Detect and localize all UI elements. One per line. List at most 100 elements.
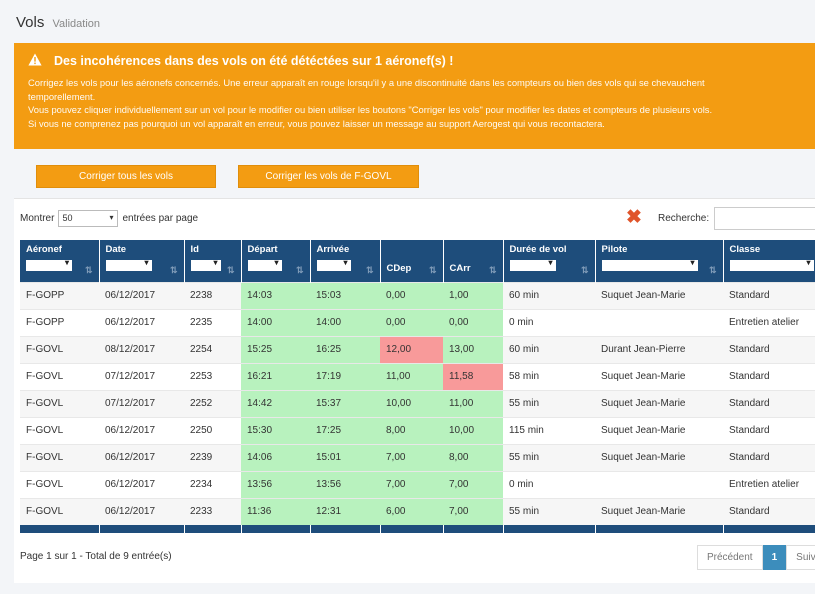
column-filter-select[interactable]	[247, 258, 282, 271]
column-header[interactable]: CArr ⇅	[443, 240, 504, 282]
column-filter-select[interactable]	[316, 258, 351, 271]
cell-aircraft: F-GOVL	[20, 470, 99, 498]
column-label: Durée de vol	[509, 244, 567, 255]
cell-duration: 55 min	[503, 389, 595, 417]
cell-counter-dep: 6,00	[380, 497, 443, 525]
table-row[interactable]: F-GOVL 06/12/2017 2239 14:06 15:01 7,00 8,00 55…	[20, 443, 815, 471]
cell-id: 2250	[184, 416, 241, 444]
cell-departure: 11:36	[241, 497, 310, 525]
column-filter-select[interactable]	[729, 258, 814, 271]
next-page-button[interactable]: Suivant	[786, 545, 815, 570]
show-label: Montrer	[20, 213, 55, 224]
column-filter-select[interactable]	[26, 258, 72, 271]
cell-pilot: Suquet Jean-Marie	[595, 281, 723, 309]
cell-arrival: 17:25	[310, 416, 380, 444]
column-filter-select[interactable]	[190, 258, 221, 271]
cell-duration: 60 min	[503, 335, 595, 363]
column-header[interactable]: Id ⇅	[184, 240, 242, 282]
cell-counter-dep: 0,00	[380, 281, 443, 309]
page-title-text: Vols	[16, 14, 45, 31]
cell-id: 2239	[184, 443, 241, 471]
flights-table: Aéronef ⇅ Date ⇅ Id ⇅ Départ ⇅ Arrivée ⇅ CDep…	[20, 240, 815, 533]
per-page-label: entrées par page	[122, 213, 199, 224]
cell-class: Standard	[723, 497, 815, 525]
cell-pilot: Suquet Jean-Marie	[595, 362, 723, 390]
search-input[interactable]	[714, 207, 815, 230]
table-row[interactable]: F-GOVL 06/12/2017 2250 15:30 17:25 8,00 10,00 1…	[20, 416, 815, 444]
column-filter-select[interactable]	[509, 258, 556, 271]
cell-duration: 55 min	[503, 497, 595, 525]
table-row[interactable]: F-GOVL 06/12/2017 2234 13:56 13:56 7,00 7,00 0 …	[20, 470, 815, 498]
page-1-button[interactable]: 1	[762, 545, 787, 570]
cell-date: 06/12/2017	[99, 497, 184, 525]
alert-title-text: Des incohérences dans des vols on été dé…	[54, 54, 454, 68]
cell-counter-arr: 10,00	[443, 416, 503, 444]
cell-date: 06/12/2017	[99, 308, 184, 336]
sort-icon: ⇅	[488, 264, 497, 275]
cell-class: Standard	[723, 389, 815, 417]
previous-page-button[interactable]: Précédent	[697, 545, 763, 570]
cell-counter-arr: 7,00	[443, 470, 503, 498]
cell-arrival: 15:37	[310, 389, 380, 417]
table-row[interactable]: F-GOVL 06/12/2017 2233 11:36 12:31 6,00 7,00 55…	[20, 497, 815, 525]
cell-pilot: Durant Jean-Pierre	[595, 335, 723, 363]
column-label: Aéronef	[26, 244, 62, 255]
cell-pilot: Suquet Jean-Marie	[595, 389, 723, 417]
cell-counter-dep: 12,00	[380, 335, 443, 363]
cell-date: 06/12/2017	[99, 416, 184, 444]
cell-counter-arr: 11,00	[443, 389, 503, 417]
column-header[interactable]: Durée de vol ⇅	[503, 240, 596, 282]
fix-all-flights-button[interactable]: Corriger tous les vols	[36, 165, 216, 188]
column-header[interactable]: Classe	[723, 240, 815, 282]
column-header[interactable]: Pilote ⇅	[595, 240, 724, 282]
cell-counter-arr: 0,00	[443, 308, 503, 336]
column-header[interactable]: CDep ⇅	[380, 240, 444, 282]
table-row[interactable]: F-GOVL 07/12/2017 2252 14:42 15:37 10,00 11,00…	[20, 389, 815, 417]
column-filter-select[interactable]	[601, 258, 698, 271]
sort-icon: ⇅	[84, 264, 93, 275]
fix-aircraft-flights-button[interactable]: Corriger les vols de F-GOVL	[238, 165, 419, 188]
sort-icon: ⇅	[428, 264, 437, 275]
table-row[interactable]: F-GOVL 07/12/2017 2253 16:21 17:19 11,00 11,58…	[20, 362, 815, 390]
page-length-select[interactable]: 50	[58, 210, 119, 227]
cell-aircraft: F-GOPP	[20, 281, 99, 309]
cell-aircraft: F-GOVL	[20, 416, 99, 444]
cell-departure: 16:21	[241, 362, 310, 390]
sort-icon: ⇅	[365, 264, 374, 275]
cell-duration: 58 min	[503, 362, 595, 390]
cell-aircraft: F-GOVL	[20, 443, 99, 471]
table-row[interactable]: F-GOVL 08/12/2017 2254 15:25 16:25 12,00 13,00…	[20, 335, 815, 363]
alert-line: temporellement.	[28, 90, 96, 102]
cell-counter-arr: 13,00	[443, 335, 503, 363]
cell-date: 07/12/2017	[99, 389, 184, 417]
column-header[interactable]: Départ ⇅	[241, 240, 311, 282]
cell-pilot: Suquet Jean-Marie	[595, 497, 723, 525]
cell-class: Standard	[723, 362, 815, 390]
sort-icon: ⇅	[295, 264, 304, 275]
column-header[interactable]: Aéronef ⇅	[20, 240, 100, 282]
cell-id: 2234	[184, 470, 241, 498]
cell-arrival: 15:03	[310, 281, 380, 309]
table-row[interactable]: F-GOPP 06/12/2017 2238 14:03 15:03 0,00 1,00 60…	[20, 281, 815, 309]
clear-filters-icon[interactable]: ✖	[626, 208, 642, 227]
page-length-control: Montrer 50 entrées par page	[20, 210, 198, 227]
column-label: Départ	[247, 244, 278, 255]
cell-id: 2233	[184, 497, 241, 525]
warning-icon	[28, 53, 46, 69]
cell-departure: 14:42	[241, 389, 310, 417]
table-row[interactable]: F-GOPP 06/12/2017 2235 14:00 14:00 0,00 0,00 0 …	[20, 308, 815, 336]
cell-pilot: Suquet Jean-Marie	[595, 416, 723, 444]
cell-departure: 14:00	[241, 308, 310, 336]
column-label: Id	[190, 244, 199, 255]
cell-id: 2253	[184, 362, 241, 390]
cell-class: Entretien atelier	[723, 470, 815, 498]
cell-arrival: 16:25	[310, 335, 380, 363]
column-header[interactable]: Arrivée ⇅	[310, 240, 381, 282]
cell-id: 2252	[184, 389, 241, 417]
column-header[interactable]: Date ⇅	[99, 240, 185, 282]
cell-counter-arr: 1,00	[443, 281, 503, 309]
cell-date: 06/12/2017	[99, 470, 184, 498]
cell-counter-dep: 8,00	[380, 416, 443, 444]
column-filter-select[interactable]	[105, 258, 152, 271]
cell-date: 08/12/2017	[99, 335, 184, 363]
